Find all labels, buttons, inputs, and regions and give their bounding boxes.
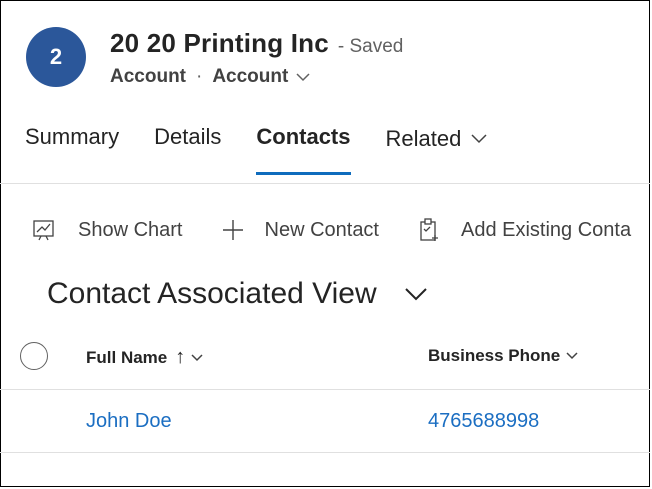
chevron-down-icon	[191, 353, 203, 361]
tab-related[interactable]: Related	[386, 124, 488, 154]
new-contact-label: New Contact	[264, 218, 380, 241]
chart-icon	[33, 220, 54, 241]
new-contact-button[interactable]: New Contact	[221, 218, 380, 242]
tab-bar: Summary Details Contacts Related	[25, 124, 522, 175]
tab-details[interactable]: Details	[154, 124, 221, 175]
full-name-link[interactable]: John Doe	[86, 410, 172, 433]
record-title: 20 20 Printing Inc	[110, 28, 329, 58]
chevron-down-icon	[566, 352, 578, 360]
plus-icon	[222, 220, 243, 240]
sort-ascending-icon: ↑	[175, 346, 186, 368]
entity-name: Account	[110, 66, 186, 87]
show-chart-label: Show Chart	[78, 218, 183, 241]
grid-header: Full Name ↑ Business Phone	[0, 334, 650, 390]
avatar-text: 2	[49, 44, 63, 69]
select-all-checkbox[interactable]	[20, 342, 48, 370]
command-bar: Show Chart New Contact Add Existing Cont…	[30, 217, 652, 243]
column-header-full-name[interactable]: Full Name ↑	[86, 346, 203, 369]
tab-label: Details	[154, 124, 222, 149]
tab-divider	[0, 183, 650, 184]
record-subtitle: Account · Account	[110, 66, 310, 88]
tab-contacts[interactable]: Contacts	[256, 124, 351, 175]
view-selector[interactable]: Contact Associated View	[47, 277, 427, 311]
tab-label: Related	[385, 126, 462, 151]
chevron-down-icon	[471, 134, 487, 144]
clipboard-add-icon	[420, 218, 438, 241]
record-title-row: 20 20 Printing Inc - Saved	[110, 28, 403, 59]
chevron-down-icon	[404, 287, 427, 300]
tab-label: Contacts	[256, 124, 351, 149]
add-existing-contact-button[interactable]: Add Existing Conta	[417, 217, 631, 243]
form-selector-label: Account	[212, 66, 289, 87]
column-label: Full Name	[86, 347, 168, 367]
record-avatar: 2	[26, 27, 86, 87]
table-row[interactable]: John Doe 4765688998	[0, 390, 650, 453]
form-selector[interactable]: Account	[212, 66, 310, 88]
show-chart-button[interactable]: Show Chart	[30, 218, 183, 242]
save-status: - Saved	[337, 36, 404, 57]
add-existing-label: Add Existing Conta	[461, 218, 632, 241]
view-title: Contact Associated View	[47, 277, 377, 310]
column-label: Business Phone	[428, 346, 561, 365]
tab-summary[interactable]: Summary	[25, 124, 119, 175]
chevron-down-icon	[296, 72, 310, 81]
tab-label: Summary	[25, 124, 120, 149]
column-header-business-phone[interactable]: Business Phone	[428, 346, 578, 366]
business-phone-link[interactable]: 4765688998	[428, 410, 539, 433]
separator-dot: ·	[196, 66, 203, 87]
